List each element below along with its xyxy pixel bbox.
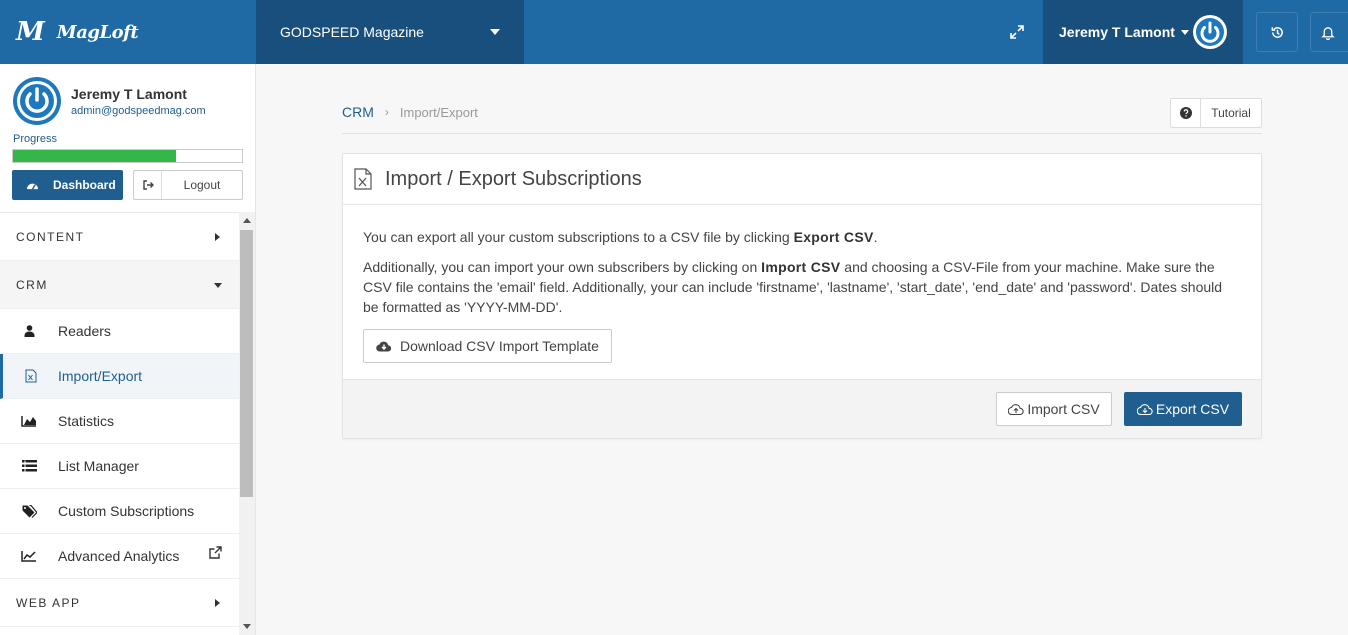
sidebar-scrollbar[interactable] — [239, 212, 255, 635]
user-menu-name: Jeremy T Lamont — [1059, 24, 1175, 40]
download-template-label: Download CSV Import Template — [400, 338, 599, 354]
panel-header: Import / Export Subscriptions — [343, 154, 1261, 205]
chevron-right-icon — [215, 233, 220, 241]
sidebar-item-list-manager[interactable]: List Manager — [0, 444, 239, 489]
dashboard-label: Dashboard — [53, 178, 116, 192]
breadcrumb: CRM › Import/Export — [342, 104, 478, 120]
area-chart-icon — [21, 416, 36, 427]
profile-email: admin@godspeedmag.com — [71, 105, 206, 117]
text-span: . — [873, 229, 878, 245]
nav-section-crm[interactable]: CRM — [0, 261, 239, 309]
export-csv-label: Export CSV — [1155, 401, 1230, 417]
line-chart-icon — [21, 551, 36, 562]
text-span: Additionally, you can import your own su… — [363, 259, 762, 275]
bold-text: Import CSV — [761, 259, 841, 275]
history-button[interactable] — [1256, 12, 1298, 52]
notifications-button[interactable] — [1310, 12, 1348, 52]
nav-section-label: CRM — [16, 277, 48, 292]
magazine-name: GODSPEED Magazine — [280, 24, 424, 40]
sign-out-icon — [142, 180, 154, 190]
chevron-down-icon — [214, 283, 222, 288]
divider — [342, 133, 1262, 134]
question-circle-icon — [1179, 107, 1192, 119]
scrollbar-thumb[interactable] — [240, 230, 253, 497]
sidebar-item-label: Statistics — [58, 413, 115, 429]
sidebar-item-label: Advanced Analytics — [58, 548, 180, 564]
brand[interactable]: M MagLoft — [0, 0, 256, 64]
export-csv-button[interactable]: Export CSV — [1124, 392, 1242, 426]
sidebar-nav: CONTENT CRM Readers Import/Export Statis… — [0, 212, 239, 635]
breadcrumb-current: Import/Export — [399, 104, 478, 120]
top-bar: M MagLoft GODSPEED Magazine Jeremy T Lam… — [0, 0, 1348, 64]
chevron-right-icon — [215, 599, 220, 607]
scroll-down-icon[interactable] — [243, 624, 251, 629]
sidebar-item-label: Readers — [58, 323, 111, 339]
user-menu[interactable]: Jeremy T Lamont — [1043, 0, 1243, 64]
sidebar-item-advanced-analytics[interactable]: Advanced Analytics — [0, 534, 239, 579]
logout-label: Logout — [183, 178, 221, 192]
user-icon — [24, 325, 34, 337]
nav-section-content[interactable]: CONTENT — [0, 213, 239, 261]
chevron-down-icon — [1180, 29, 1189, 35]
fullscreen-button[interactable] — [1000, 16, 1034, 48]
export-description: You can export all your custom subscript… — [363, 227, 1241, 247]
text-span: You can export all your custom subscript… — [363, 229, 794, 245]
cloud-download-icon — [1136, 404, 1153, 415]
sidebar-item-custom-subscriptions[interactable]: Custom Subscriptions — [0, 489, 239, 534]
tutorial-button[interactable]: Tutorial — [1170, 98, 1262, 128]
progress-label: Progress — [13, 133, 58, 145]
nav-section-label: WEB APP — [16, 595, 81, 610]
bell-icon — [1321, 26, 1335, 40]
download-template-button[interactable]: Download CSV Import Template — [363, 329, 612, 363]
dashboard-button[interactable]: Dashboard — [12, 170, 123, 200]
sidebar-item-label: Custom Subscriptions — [58, 503, 195, 519]
excel-file-icon — [25, 369, 36, 383]
import-csv-button[interactable]: Import CSV — [996, 392, 1112, 426]
cloud-download-icon — [376, 341, 392, 352]
list-icon — [21, 460, 37, 472]
panel-footer: Import CSV Export CSV — [343, 379, 1261, 438]
progress-bar — [12, 149, 243, 163]
panel-title: Import / Export Subscriptions — [385, 167, 642, 190]
scroll-up-icon[interactable] — [243, 218, 251, 223]
nav-section-web-app[interactable]: WEB APP — [0, 579, 239, 627]
profile-name: Jeremy T Lamont — [71, 86, 187, 102]
logout-button[interactable]: Logout — [133, 170, 243, 200]
breadcrumb-separator-icon: › — [384, 105, 389, 119]
sidebar-item-statistics[interactable]: Statistics — [0, 399, 239, 444]
cloud-upload-icon — [1008, 404, 1024, 415]
tags-icon — [22, 504, 37, 518]
brand-name: MagLoft — [56, 21, 139, 43]
panel-body: You can export all your custom subscript… — [343, 205, 1261, 363]
dashboard-icon — [26, 183, 38, 190]
import-description: Additionally, you can import your own su… — [363, 257, 1241, 317]
excel-file-icon — [354, 168, 372, 190]
avatar — [1193, 15, 1227, 49]
magazine-select[interactable]: GODSPEED Magazine — [256, 0, 524, 64]
sidebar-item-label: Import/Export — [58, 368, 143, 384]
breadcrumb-crm-link[interactable]: CRM — [342, 104, 374, 120]
history-icon — [1271, 26, 1283, 38]
avatar[interactable] — [13, 77, 61, 125]
import-export-panel: Import / Export Subscriptions You can ex… — [342, 153, 1262, 439]
bold-text: Export CSV — [793, 229, 874, 245]
progress-fill — [13, 150, 176, 162]
external-link-icon — [209, 546, 222, 559]
sidebar-item-import-export[interactable]: Import/Export — [0, 354, 239, 399]
nav-section-label: CONTENT — [16, 229, 85, 244]
import-csv-label: Import CSV — [1027, 401, 1100, 417]
sidebar-item-readers[interactable]: Readers — [0, 309, 239, 354]
chevron-down-icon — [490, 29, 500, 35]
maglft-logo-icon: M — [16, 17, 45, 47]
sidebar: Jeremy T Lamont admin@godspeedmag.com Pr… — [0, 64, 256, 635]
sidebar-item-label: List Manager — [58, 458, 139, 474]
tutorial-label: Tutorial — [1211, 106, 1251, 120]
expand-icon — [1010, 25, 1024, 39]
profile-panel: Jeremy T Lamont admin@godspeedmag.com Pr… — [0, 64, 255, 212]
